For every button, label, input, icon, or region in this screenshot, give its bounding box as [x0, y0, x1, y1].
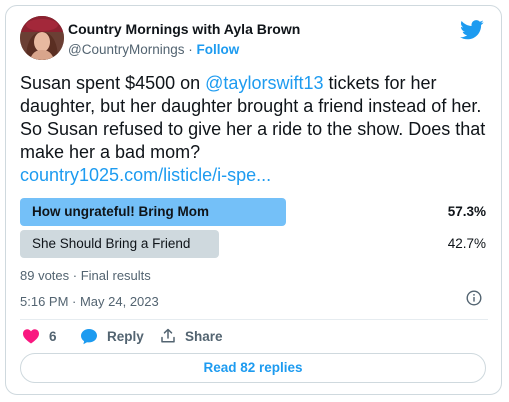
poll-option-label: How ungrateful! Bring Mom: [32, 204, 209, 219]
article-link[interactable]: country1025.com/listicle/i-spe...: [20, 165, 271, 185]
poll-option-percent: 42.7%: [447, 236, 486, 251]
mention-link[interactable]: @taylorswift13: [205, 73, 323, 93]
author-handle[interactable]: @CountryMornings: [68, 42, 185, 57]
tweet-text-part1: Susan spent $4500 on: [20, 73, 206, 93]
author-handle-row: @CountryMornings · Follow: [68, 42, 239, 57]
poll-option-label: She Should Bring a Friend: [32, 236, 191, 251]
poll-summary: 89 votes · Final results: [20, 268, 151, 283]
share-button[interactable]: Share: [160, 326, 223, 346]
like-count: 6: [49, 328, 57, 344]
divider: [20, 319, 488, 320]
handle-separator: ·: [184, 42, 197, 57]
poll-option-percent: 57.3%: [447, 204, 486, 219]
share-icon: [161, 328, 175, 343]
follow-button[interactable]: Follow: [197, 42, 240, 57]
tweet-text: Susan spent $4500 on @taylorswift13 tick…: [20, 72, 490, 187]
share-label: Share: [185, 328, 223, 344]
twitter-bird-icon[interactable]: [460, 20, 484, 40]
tweet-timestamp[interactable]: 5:16 PM · May 24, 2023: [20, 294, 159, 309]
reply-bubble-icon: [81, 328, 97, 344]
poll-option: She Should Bring a Friend 42.7%: [20, 230, 486, 258]
author-name[interactable]: Country Mornings with Ayla Brown: [68, 21, 300, 37]
heart-icon: [23, 329, 39, 344]
reply-button[interactable]: Reply: [80, 326, 144, 346]
poll-option: How ungrateful! Bring Mom 57.3%: [20, 198, 486, 226]
reply-label: Reply: [107, 328, 144, 344]
read-replies-button[interactable]: Read 82 replies: [20, 353, 486, 383]
avatar[interactable]: [20, 16, 64, 60]
like-button[interactable]: 6: [22, 326, 57, 346]
info-icon[interactable]: [466, 290, 482, 306]
tweet-card: Country Mornings with Ayla Brown @Countr…: [5, 5, 502, 395]
